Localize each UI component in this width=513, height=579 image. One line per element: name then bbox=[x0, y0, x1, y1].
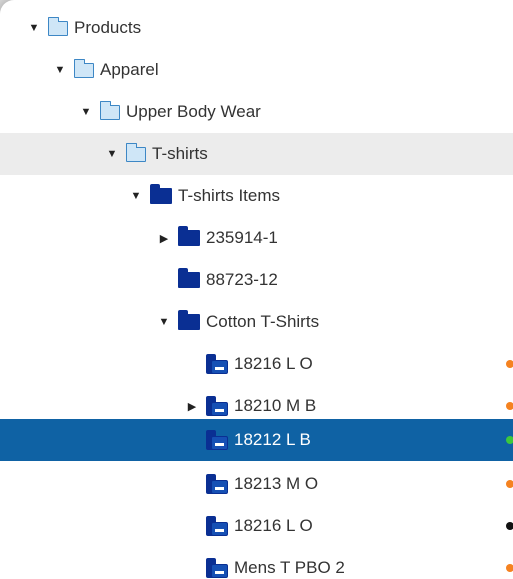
tree-node-products[interactable]: ▼ Products bbox=[0, 7, 513, 49]
folder-icon bbox=[150, 184, 172, 204]
tree-node-label: 18212 L B bbox=[234, 430, 311, 449]
tree-node-label: 18213 M O bbox=[234, 474, 319, 493]
tree-node-label: Mens T PBO 2 bbox=[234, 558, 345, 577]
status-dot bbox=[506, 360, 513, 368]
tree-node-18216-l-o[interactable]: 18216 L O bbox=[0, 343, 513, 385]
product-icon bbox=[206, 430, 228, 450]
tree-node-label: T-shirts bbox=[152, 144, 208, 163]
tree-node-cotton-t-shirts[interactable]: ▼ Cotton T-Shirts bbox=[0, 301, 513, 343]
folder-icon bbox=[178, 310, 200, 330]
folder-icon bbox=[73, 58, 94, 78]
tree-node-18212-l-b[interactable]: 18212 L B bbox=[0, 419, 513, 461]
chevron-down-icon[interactable]: ▼ bbox=[156, 314, 172, 330]
chevron-down-icon[interactable]: ▼ bbox=[52, 62, 68, 78]
tree-node-upper-body-wear[interactable]: ▼ Upper Body Wear bbox=[0, 91, 513, 133]
status-dot bbox=[506, 522, 513, 530]
tree-node-label: T-shirts Items bbox=[178, 186, 281, 205]
chevron-down-icon[interactable]: ▼ bbox=[26, 20, 42, 36]
folder-icon bbox=[47, 16, 68, 36]
product-icon bbox=[206, 354, 228, 374]
tree-node-235914-1[interactable]: ▶ 235914-1 bbox=[0, 217, 513, 259]
folder-icon bbox=[99, 100, 120, 120]
product-icon bbox=[206, 516, 228, 536]
product-icon bbox=[206, 558, 228, 578]
status-dot bbox=[506, 564, 513, 572]
chevron-right-icon[interactable]: ▶ bbox=[156, 230, 172, 246]
product-icon bbox=[206, 474, 228, 494]
tree-node-18213-m-o[interactable]: 18213 M O bbox=[0, 463, 513, 505]
folder-icon bbox=[125, 142, 146, 162]
tree-node-t-shirts-items[interactable]: ▼ T-shirts Items bbox=[0, 175, 513, 217]
tree-node-mens-t-pbo-2[interactable]: Mens T PBO 2 bbox=[0, 547, 513, 579]
chevron-down-icon[interactable]: ▼ bbox=[78, 104, 94, 120]
tree-node-label: Products bbox=[74, 18, 142, 37]
product-icon bbox=[206, 396, 228, 416]
tree-node-label: 18210 M B bbox=[234, 396, 317, 415]
chevron-down-icon[interactable]: ▼ bbox=[104, 146, 120, 162]
tree-node-label: Cotton T-Shirts bbox=[206, 312, 320, 331]
chevron-down-icon[interactable]: ▼ bbox=[128, 188, 144, 204]
status-dot bbox=[506, 402, 513, 410]
status-dot bbox=[506, 436, 513, 444]
tree-node-18216-l-o-2[interactable]: 18216 L O bbox=[0, 505, 513, 547]
status-dot bbox=[506, 480, 513, 488]
tree-node-label: 235914-1 bbox=[206, 228, 278, 247]
folder-icon bbox=[178, 268, 200, 288]
tree-node-label: Upper Body Wear bbox=[126, 102, 261, 121]
tree-node-label: Apparel bbox=[100, 60, 159, 79]
tree-node-t-shirts[interactable]: ▼ T-shirts bbox=[0, 133, 513, 175]
tree-node-label: 88723-12 bbox=[206, 270, 278, 289]
tree-node-apparel[interactable]: ▼ Apparel bbox=[0, 49, 513, 91]
tree-node-label: 18216 L O bbox=[234, 354, 313, 373]
tree-panel: ▼ Products ▼ Apparel ▼ Upper Body Wear ▼… bbox=[0, 0, 513, 579]
tree-node-88723-12[interactable]: 88723-12 bbox=[0, 259, 513, 301]
chevron-right-icon[interactable]: ▶ bbox=[184, 398, 200, 414]
tree-node-label: 18216 L O bbox=[234, 516, 313, 535]
folder-icon bbox=[178, 226, 200, 246]
